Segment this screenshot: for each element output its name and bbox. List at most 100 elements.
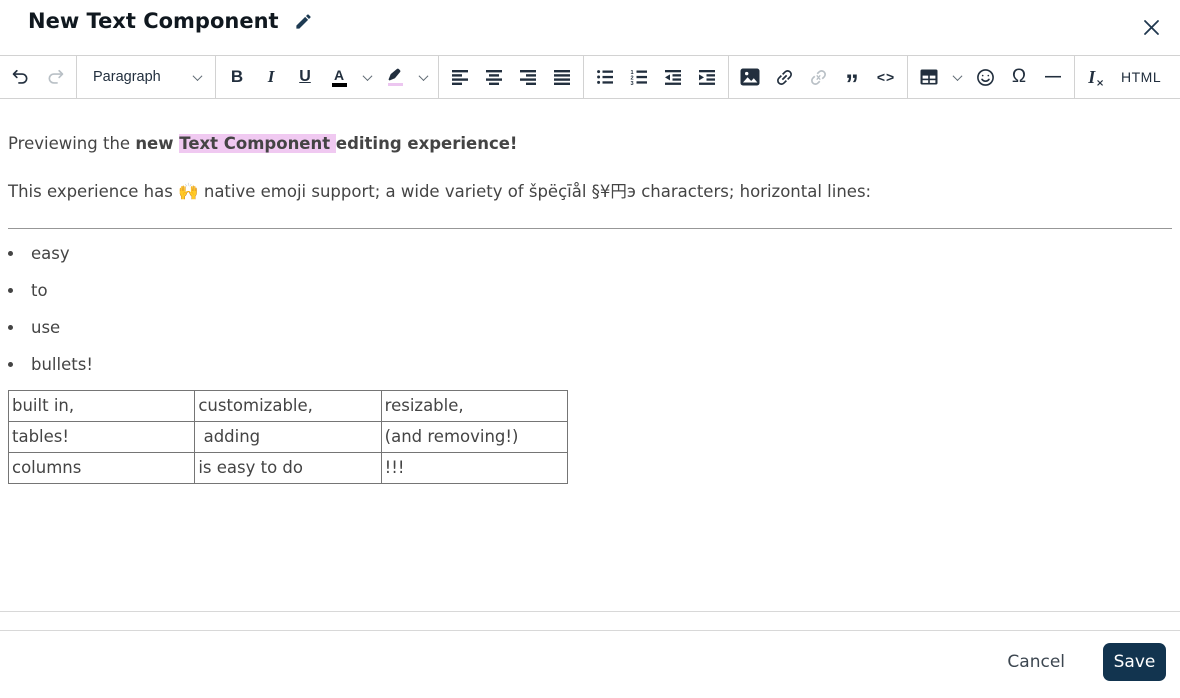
- underline-button[interactable]: U: [288, 61, 322, 93]
- clear-formatting-icon: I×: [1088, 66, 1105, 89]
- table-cell[interactable]: adding: [194, 421, 382, 453]
- modal-header: New Text Component: [0, 0, 1180, 55]
- numbered-list-button[interactable]: 123: [622, 61, 656, 93]
- highlight-color-button[interactable]: [378, 61, 412, 93]
- table-cell[interactable]: is easy to do: [194, 452, 382, 484]
- paragraph-format-label: Paragraph: [93, 69, 161, 85]
- intro-bold-tail: editing experience!: [335, 134, 518, 153]
- code-button[interactable]: <>: [869, 61, 903, 93]
- insert-image-button[interactable]: [733, 61, 767, 93]
- table-row: tables! adding (and removing!): [7, 421, 569, 453]
- list-item: bullets!: [25, 353, 1172, 377]
- html-button-label: HTML: [1121, 69, 1162, 85]
- numbered-list-icon: 123: [630, 69, 648, 85]
- align-center-icon: [485, 69, 503, 85]
- paragraph-format-select[interactable]: Paragraph: [81, 61, 211, 93]
- align-group: [439, 56, 584, 98]
- list-group: 123: [584, 56, 729, 98]
- emoji-icon: [976, 68, 995, 87]
- table-icon: [920, 69, 938, 85]
- bold-button[interactable]: B: [220, 61, 254, 93]
- bold-icon: B: [230, 67, 244, 86]
- horizontal-rule-icon: —: [1045, 68, 1061, 85]
- intro-text: Previewing the: [8, 134, 136, 153]
- image-icon: [740, 68, 760, 86]
- chevron-down-icon: [952, 70, 962, 81]
- text-color-button[interactable]: A: [322, 61, 356, 93]
- code-icon: <>: [876, 69, 896, 85]
- chevron-down-icon: [418, 70, 428, 81]
- content-table: built in, customizable, resizable, table…: [7, 390, 569, 484]
- undo-button[interactable]: [4, 61, 38, 93]
- table-cell[interactable]: built in,: [7, 390, 196, 422]
- svg-text:3: 3: [631, 81, 634, 85]
- omega-icon: Ω: [1011, 66, 1027, 87]
- html-button[interactable]: HTML: [1113, 61, 1169, 93]
- intro-bold-new: new: [135, 134, 180, 153]
- bullet-list-icon: [596, 69, 614, 85]
- table-cell[interactable]: !!!: [380, 452, 569, 484]
- modal-footer: Cancel Save: [0, 630, 1180, 697]
- table-cell[interactable]: columns: [7, 452, 196, 484]
- unlink-button[interactable]: [801, 61, 835, 93]
- list-item: easy: [25, 242, 1172, 266]
- special-char-button[interactable]: Ω: [1002, 61, 1036, 93]
- table-cell[interactable]: tables!: [7, 421, 196, 453]
- align-left-icon: [451, 69, 469, 85]
- insert-group: ” <>: [729, 56, 908, 98]
- close-button[interactable]: [1141, 17, 1162, 38]
- highlight-color-menu-button[interactable]: [412, 61, 434, 93]
- paragraph-features: This experience has 🙌 native emoji suppo…: [8, 182, 872, 201]
- indent-button[interactable]: [690, 61, 724, 93]
- redo-button[interactable]: [38, 61, 72, 93]
- close-icon: [1143, 20, 1160, 39]
- link-icon: [774, 67, 795, 88]
- align-right-icon: [519, 69, 537, 85]
- list-item: use: [25, 316, 1172, 340]
- pencil-icon: [294, 14, 313, 34]
- indent-icon: [698, 69, 716, 85]
- undo-icon: [11, 67, 31, 87]
- underline-icon: U: [299, 68, 311, 85]
- italic-button[interactable]: I: [254, 61, 288, 93]
- align-right-button[interactable]: [511, 61, 545, 93]
- text-color-menu-button[interactable]: [356, 61, 378, 93]
- table-menu-button[interactable]: [946, 61, 968, 93]
- objects-group: Ω —: [908, 56, 1075, 98]
- text-color-icon: A: [331, 68, 347, 87]
- table-cell[interactable]: resizable,: [380, 390, 569, 422]
- page-title: New Text Component: [28, 9, 279, 33]
- editor-toolbar: Paragraph B I U A 1 2 3 ” <> Ω — I× HTML: [0, 55, 1180, 99]
- align-left-button[interactable]: [443, 61, 477, 93]
- bullet-list-button[interactable]: [588, 61, 622, 93]
- paragraph-intro: Previewing the new Text Component editin…: [8, 132, 1172, 156]
- cancel-button[interactable]: Cancel: [995, 644, 1077, 680]
- table-button[interactable]: [912, 61, 946, 93]
- highlighter-icon: [387, 68, 403, 86]
- table-row: columns is easy to do !!!: [7, 452, 569, 484]
- editor-content-area[interactable]: Previewing the new Text Component editin…: [0, 99, 1180, 612]
- italic-icon: I: [267, 67, 275, 86]
- align-justify-button[interactable]: [545, 61, 579, 93]
- inline-format-group: B I U A: [216, 56, 439, 98]
- insert-link-button[interactable]: [767, 61, 801, 93]
- clear-formatting-button[interactable]: I×: [1079, 61, 1113, 93]
- chevron-down-icon: [362, 70, 372, 81]
- history-group: [0, 56, 77, 98]
- bullet-list: easy to use bullets!: [8, 242, 1172, 377]
- redo-icon: [45, 67, 65, 87]
- emoji-button[interactable]: [968, 61, 1002, 93]
- table-cell[interactable]: (and removing!): [380, 421, 569, 453]
- align-center-button[interactable]: [477, 61, 511, 93]
- chevron-down-icon: [192, 70, 203, 81]
- horizontal-rule-button[interactable]: —: [1036, 61, 1070, 93]
- blockquote-button[interactable]: ”: [835, 61, 869, 98]
- misc-group: I× HTML: [1075, 56, 1173, 98]
- table-row: built in, customizable, resizable,: [7, 390, 569, 422]
- table-cell[interactable]: customizable,: [194, 390, 382, 422]
- edit-title-button[interactable]: [294, 12, 313, 34]
- outdent-button[interactable]: [656, 61, 690, 93]
- align-justify-icon: [553, 69, 571, 85]
- outdent-icon: [664, 69, 682, 85]
- save-button[interactable]: Save: [1103, 643, 1166, 681]
